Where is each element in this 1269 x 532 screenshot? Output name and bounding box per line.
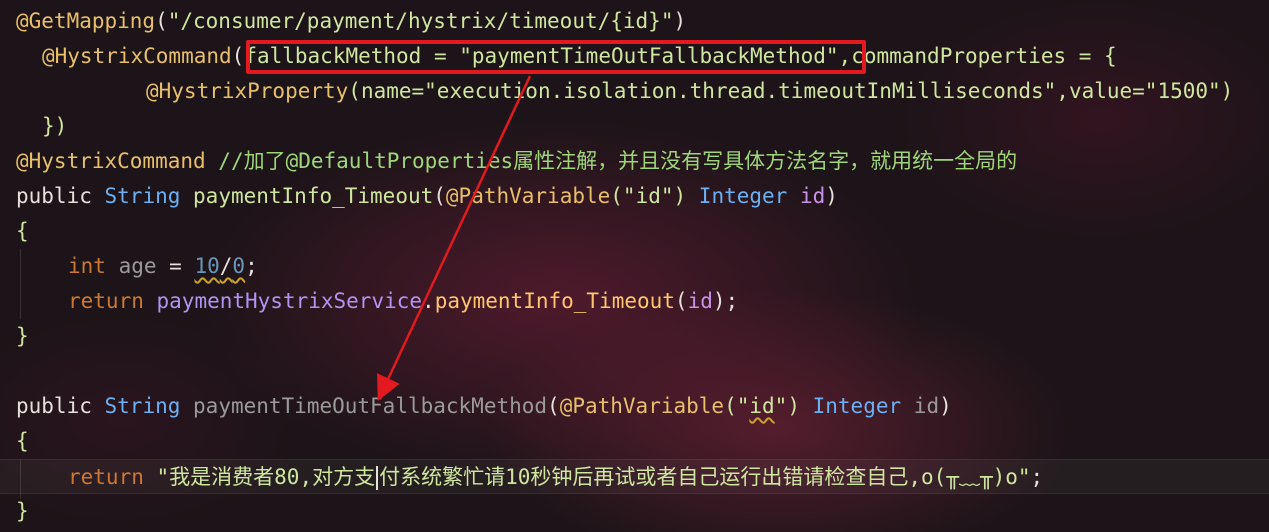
code-line-1[interactable]: @GetMapping("/consumer/payment/hystrix/t… — [0, 4, 1269, 39]
paren: ) — [939, 394, 952, 418]
code-line-13[interactable]: { — [0, 424, 1269, 459]
annotation-hystrixcommand: @HystrixCommand — [42, 44, 232, 68]
semicolon: ; — [1030, 465, 1044, 489]
path-variable-name: ("id") — [610, 184, 687, 208]
keyword-public: public — [16, 394, 92, 418]
open-brace: { — [16, 429, 29, 453]
hystrix-property-args: (name="execution.isolation.thread.timeou… — [348, 79, 1234, 103]
annotation-pathvariable: @PathVariable — [559, 394, 725, 418]
code-line-10[interactable]: } — [0, 319, 1269, 354]
type-integer: Integer — [698, 184, 788, 208]
paren: ( — [231, 44, 245, 68]
paren-semicolon: ); — [712, 289, 739, 313]
paren: ) — [825, 184, 838, 208]
string-quote-close: ") — [774, 394, 800, 418]
method-name: paymentInfo_Timeout — [193, 184, 434, 208]
division-slash: / — [219, 254, 233, 278]
semicolon: ; — [245, 254, 258, 278]
return-string-part-2: 付系统繁忙请10秒钟后再试或者自己运行出错请检查自己,o(╥﹏╥)o" — [379, 465, 1031, 489]
command-properties-attr: ,commandProperties = { — [838, 44, 1117, 68]
code-line-7[interactable]: { — [0, 214, 1269, 249]
code-line-8[interactable]: int age = 10/0; — [0, 249, 1269, 284]
dot: . — [422, 289, 435, 313]
closing-brace-paren: }) — [42, 114, 68, 138]
fallback-highlight-box — [246, 40, 866, 74]
variable-age: age — [118, 254, 157, 278]
fallback-method-name: paymentTimeOutFallbackMethod — [193, 394, 548, 418]
arg-id: id — [687, 289, 713, 313]
type-string: String — [104, 184, 181, 208]
number-0: 0 — [232, 254, 246, 278]
annotation-hystrixcommand: @HystrixCommand — [16, 149, 206, 173]
open-brace: { — [16, 219, 29, 243]
param-id: id — [799, 184, 826, 208]
annotation-getmapping: @GetMapping — [16, 9, 156, 33]
type-string: String — [104, 394, 181, 418]
annotation-pathvariable: @PathVariable — [445, 184, 611, 208]
number-10: 10 — [194, 254, 220, 278]
code-editor[interactable]: @GetMapping("/consumer/payment/hystrix/t… — [0, 0, 1269, 532]
return-string-part-1: "我是消费者80,对方支 — [156, 465, 376, 489]
type-integer: Integer — [812, 394, 902, 418]
text-cursor — [376, 466, 379, 490]
code-line-5[interactable]: @HystrixCommand //加了@DefaultProperties属性… — [0, 144, 1269, 179]
code-line-4[interactable]: }) — [0, 109, 1269, 144]
keyword-return: return — [68, 289, 144, 313]
code-line-3[interactable]: @HystrixProperty(name="execution.isolati… — [0, 74, 1269, 109]
close-brace: } — [16, 324, 29, 348]
param-id: id — [913, 394, 940, 418]
paren: ( — [433, 184, 446, 208]
paren: ( — [674, 289, 688, 313]
service-field: paymentHystrixService — [156, 289, 423, 313]
code-line-6[interactable]: public String paymentInfo_Timeout(@PathV… — [0, 179, 1269, 214]
annotation-hystrixproperty: @HystrixProperty — [146, 79, 349, 103]
paren: ( — [155, 9, 168, 33]
paren: ( — [547, 394, 560, 418]
code-line-12[interactable]: public String paymentTimeOutFallbackMeth… — [0, 389, 1269, 424]
code-line-9[interactable]: return paymentHystrixService.paymentInfo… — [0, 284, 1269, 319]
mapping-path-string: "/consumer/payment/hystrix/timeout/{id}" — [167, 9, 674, 33]
close-brace: } — [16, 499, 29, 523]
method-call: paymentInfo_Timeout — [434, 289, 675, 313]
keyword-public: public — [16, 184, 92, 208]
code-comment: //加了@DefaultProperties属性注解，并且没有写具体方法名字，就… — [205, 149, 1018, 173]
keyword-int: int — [68, 254, 106, 278]
keyword-return: return — [68, 465, 144, 489]
code-line-15[interactable]: } — [0, 494, 1269, 529]
code-line-14-current[interactable]: return "我是消费者80,对方支 付系统繁忙请10秒钟后再试或者自己运行出错… — [0, 459, 1269, 494]
paren: ) — [673, 9, 687, 33]
path-variable-name: id — [749, 394, 775, 418]
string-quote-open: (" — [724, 394, 750, 418]
equals-sign: = — [156, 254, 195, 278]
